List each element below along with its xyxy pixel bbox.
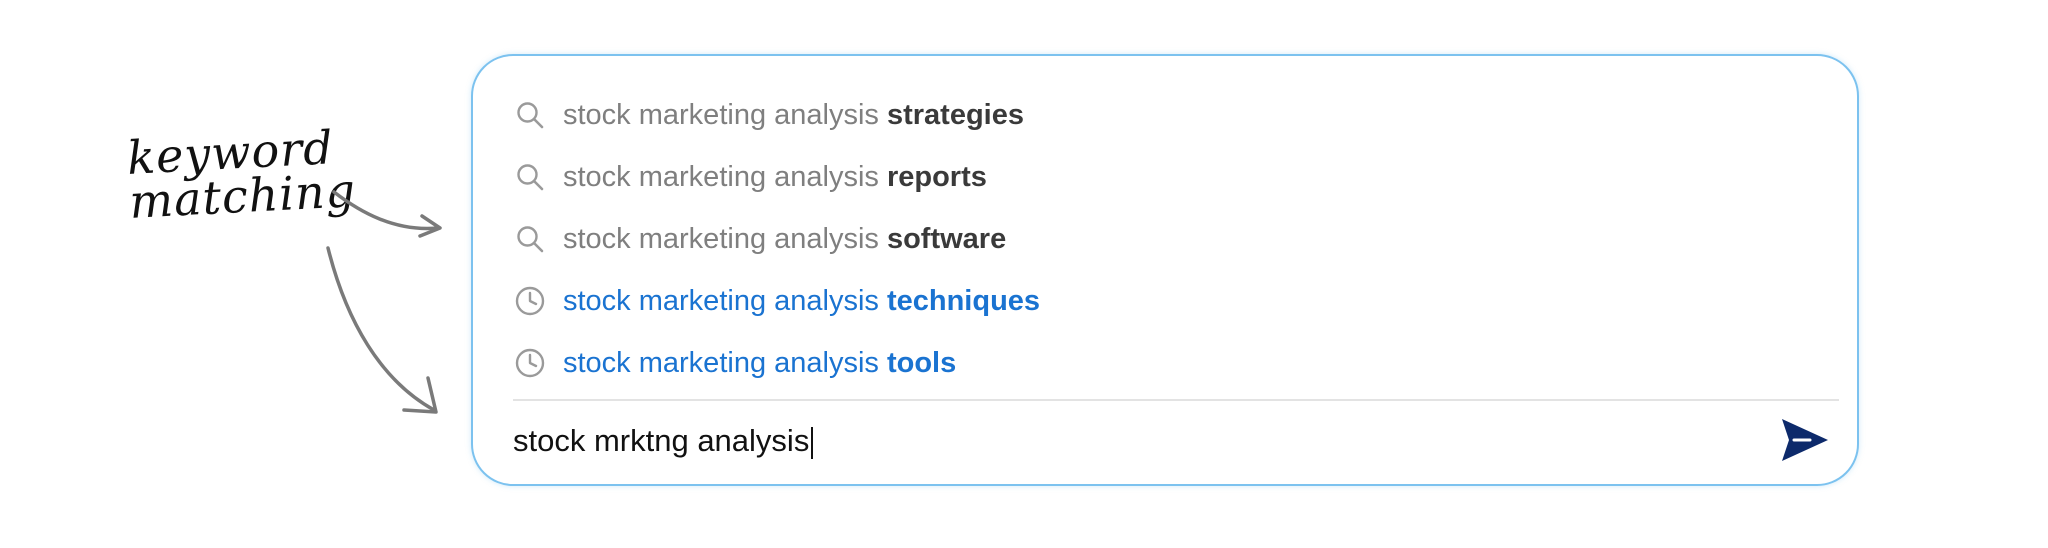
search-input-value: stock mrktng analysis [513, 423, 810, 458]
suggestion-prefix: stock marketing analysis [563, 160, 887, 193]
search-box: stock marketing analysis strategies stoc… [471, 54, 1859, 486]
suggestion-keyword: tools [886, 346, 957, 379]
suggestion-prefix: stock marketing analysis [563, 284, 887, 317]
clock-icon [513, 284, 547, 318]
search-icon [513, 160, 547, 194]
suggestion-item[interactable]: stock marketing analysis tools [513, 332, 1813, 394]
suggestion-prefix: stock marketing analysis [563, 222, 887, 255]
clock-icon [513, 346, 547, 380]
search-icon [513, 222, 547, 256]
divider [513, 399, 1839, 401]
annotation-label: keyword matching [125, 120, 358, 229]
suggestion-keyword: techniques [886, 284, 1041, 317]
suggestion-item[interactable]: stock marketing analysis reports [513, 146, 1813, 208]
suggestion-prefix: stock marketing analysis [563, 346, 887, 379]
send-button[interactable] [1779, 416, 1831, 468]
suggestion-prefix: stock marketing analysis [563, 98, 887, 131]
suggestion-keyword: software [886, 222, 1007, 255]
search-input-field[interactable]: stock mrktng analysis [513, 423, 1763, 459]
suggestion-text: stock marketing analysis reports [563, 161, 987, 194]
suggestion-list: stock marketing analysis strategies stoc… [513, 84, 1813, 394]
suggestion-item[interactable]: stock marketing analysis techniques [513, 270, 1813, 332]
arrow-head-suggestions [418, 214, 442, 238]
suggestion-text: stock marketing analysis techniques [563, 285, 1040, 318]
suggestion-text: stock marketing analysis software [563, 223, 1006, 256]
suggestion-item[interactable]: stock marketing analysis software [513, 208, 1813, 270]
search-input[interactable]: stock mrktng analysis [513, 416, 1763, 466]
page: keyword matching stock marketing analysi… [0, 0, 2048, 548]
search-icon [513, 98, 547, 132]
arrow-to-input [326, 246, 436, 412]
suggestion-keyword: reports [886, 160, 987, 193]
suggestion-keyword: strategies [886, 98, 1024, 131]
suggestion-text: stock marketing analysis strategies [563, 99, 1024, 132]
arrow-head-input [402, 376, 438, 414]
send-icon [1780, 417, 1830, 468]
suggestion-text: stock marketing analysis tools [563, 347, 956, 380]
text-cursor [811, 426, 814, 459]
suggestion-item[interactable]: stock marketing analysis strategies [513, 84, 1813, 146]
